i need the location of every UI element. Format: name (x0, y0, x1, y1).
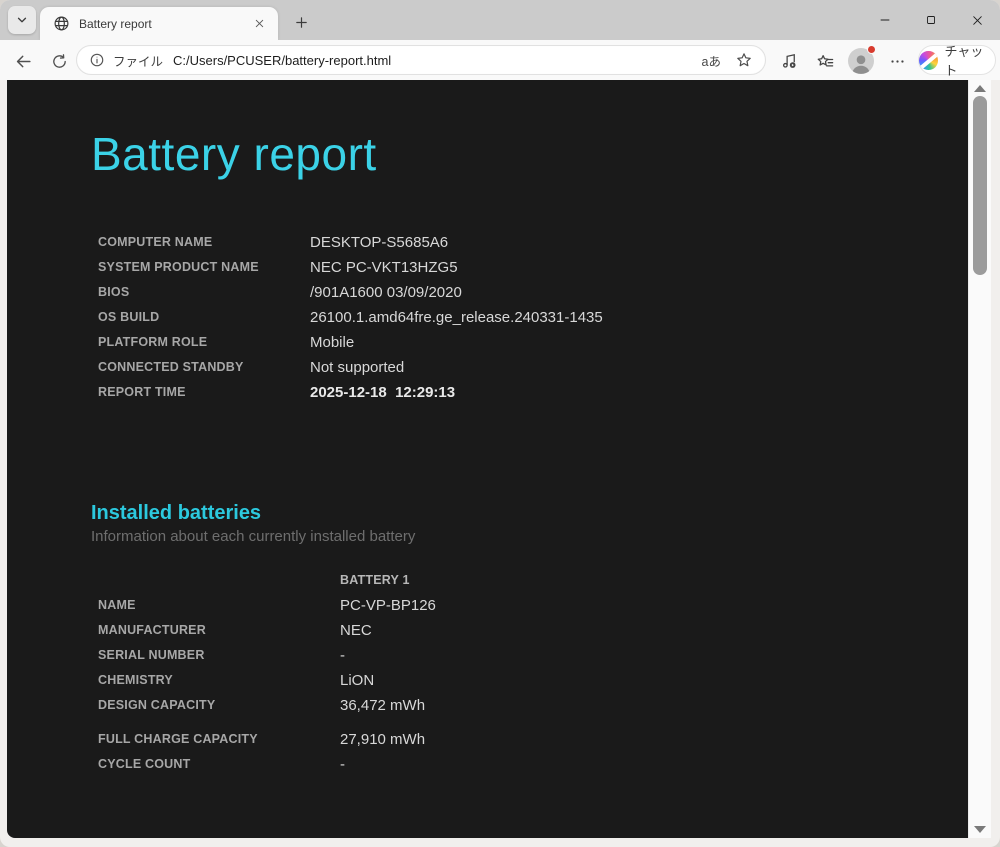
row-label: SYSTEM PRODUCT NAME (98, 260, 259, 274)
table-row: SYSTEM PRODUCT NAME NEC PC-VKT13HZG5 (98, 255, 928, 280)
row-label: MANUFACTURER (98, 623, 206, 637)
page-title: Battery report (91, 128, 377, 180)
close-icon (971, 14, 984, 27)
copilot-chat-button[interactable]: チャット (918, 44, 996, 78)
star-list-icon (816, 52, 835, 71)
column-header: BATTERY 1 (340, 573, 410, 587)
translate-icon[interactable]: aあ (702, 51, 721, 70)
table-row: FULL CHARGE CAPACITY 27,910 mWh (98, 727, 928, 752)
scroll-up-arrow-icon[interactable] (974, 85, 986, 92)
back-button[interactable] (10, 48, 36, 74)
favorites-button[interactable] (812, 48, 838, 74)
table-row: CYCLE COUNT - (98, 752, 928, 777)
address-bar[interactable]: ファイル C:/Users/PCUSER/battery-report.html… (76, 45, 766, 75)
info-icon[interactable] (89, 52, 105, 68)
table-row: DESIGN CAPACITY 36,472 mWh (98, 693, 928, 718)
table-row: REPORT TIME 2025-12-18 12:29:13 (98, 380, 928, 405)
notification-dot (867, 45, 876, 54)
ellipsis-icon (889, 53, 906, 70)
close-window-button[interactable] (954, 0, 1000, 40)
tab-title: Battery report (79, 16, 152, 31)
row-label: SERIAL NUMBER (98, 648, 205, 662)
system-info-table: COMPUTER NAME DESKTOP-S5685A6 SYSTEM PRO… (98, 230, 928, 405)
table-row: OS BUILD 26100.1.amd64fre.ge_release.240… (98, 305, 928, 330)
section-heading: Installed batteries (91, 501, 262, 524)
copilot-label: チャット (944, 44, 984, 78)
table-row: PLATFORM ROLE Mobile (98, 330, 928, 355)
table-row: CONNECTED STANDBY Not supported (98, 355, 928, 380)
table-row: MANUFACTURER NEC (98, 618, 928, 643)
table-row: NAME PC-VP-BP126 (98, 593, 928, 618)
row-value: Not supported (310, 358, 405, 376)
row-value: DESKTOP-S5685A6 (310, 233, 449, 251)
browser-window: Battery report ファイル C:/Users/PCUSER/batt… (0, 0, 1000, 847)
favorite-star-icon[interactable] (735, 51, 753, 69)
row-label: COMPUTER NAME (98, 235, 213, 249)
new-tab-button[interactable] (288, 9, 314, 35)
url-scheme-label: ファイル (113, 54, 164, 69)
back-arrow-icon (14, 52, 33, 71)
row-value: - (340, 646, 345, 664)
row-value: 27,910 mWh (340, 730, 426, 748)
row-label: REPORT TIME (98, 385, 186, 399)
profile-button[interactable] (847, 45, 876, 74)
report-time-value: 2025-12-18 12:29:13 (310, 383, 456, 401)
window-controls (862, 0, 1000, 40)
row-value: - (340, 755, 345, 773)
tab-close-icon[interactable] (250, 15, 268, 33)
row-label: DESIGN CAPACITY (98, 698, 216, 712)
installed-batteries-section: Installed batteries Information about ea… (91, 502, 928, 777)
row-label: NAME (98, 598, 136, 612)
maximize-button[interactable] (908, 0, 954, 40)
table-row: COMPUTER NAME DESKTOP-S5685A6 (98, 230, 928, 255)
chevron-down-icon (15, 13, 29, 27)
row-value: /901A1600 03/09/2020 (310, 283, 462, 301)
section-subtitle: Information about each currently install… (91, 527, 416, 545)
browser-toolbar: ファイル C:/Users/PCUSER/battery-report.html… (0, 40, 1000, 80)
row-value: Mobile (310, 333, 355, 351)
row-value: NEC (340, 621, 372, 639)
maximize-icon (925, 14, 937, 26)
row-label: CONNECTED STANDBY (98, 360, 244, 374)
scrollbar-thumb[interactable] (973, 96, 987, 275)
row-value: LiON (340, 671, 375, 689)
row-value: NEC PC-VKT13HZG5 (310, 258, 458, 276)
tab-search-button[interactable] (8, 6, 36, 34)
music-note-icon (780, 52, 799, 71)
minimize-icon (879, 14, 891, 26)
row-value: PC-VP-BP126 (340, 596, 436, 614)
battery-table: BATTERY 1 NAME PC-VP-BP126 MANUFACTURER … (98, 568, 928, 777)
minimize-button[interactable] (862, 0, 908, 40)
battery-report: Battery report COMPUTER NAME DESKTOP-S56… (7, 80, 968, 777)
url-text[interactable]: C:/Users/PCUSER/battery-report.html (173, 53, 702, 68)
table-row: CHEMISTRY LiON (98, 668, 928, 693)
row-label: CYCLE COUNT (98, 757, 191, 771)
refresh-button[interactable] (46, 48, 72, 74)
media-controls-button[interactable] (776, 48, 802, 74)
plus-icon (294, 15, 309, 30)
globe-icon (53, 15, 70, 32)
tab-strip: Battery report (0, 0, 1000, 40)
row-label: PLATFORM ROLE (98, 335, 208, 349)
row-label: CHEMISTRY (98, 673, 173, 687)
refresh-icon (51, 53, 68, 70)
row-label: BIOS (98, 285, 130, 299)
row-value: 26100.1.amd64fre.ge_release.240331-1435 (310, 308, 603, 326)
row-label: OS BUILD (98, 310, 160, 324)
copilot-icon (919, 50, 938, 70)
table-row: SERIAL NUMBER - (98, 643, 928, 668)
more-menu-button[interactable] (884, 48, 910, 74)
table-header-row: BATTERY 1 (98, 568, 928, 593)
browser-tab[interactable]: Battery report (40, 7, 278, 40)
row-label: FULL CHARGE CAPACITY (98, 732, 258, 746)
row-value: 36,472 mWh (340, 696, 426, 714)
table-row: BIOS /901A1600 03/09/2020 (98, 280, 928, 305)
page-content: Battery report COMPUTER NAME DESKTOP-S56… (7, 80, 968, 838)
vertical-scrollbar[interactable] (968, 80, 991, 838)
scroll-down-arrow-icon[interactable] (974, 826, 986, 833)
